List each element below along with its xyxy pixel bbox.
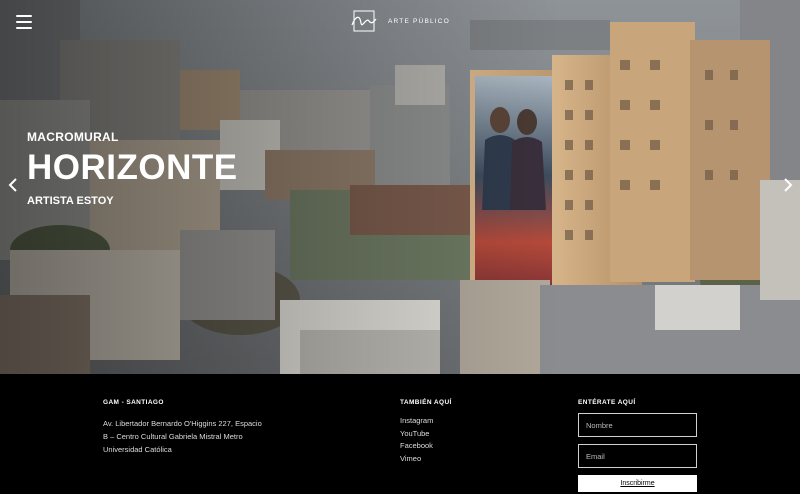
subscribe-button[interactable]: Inscribirme — [578, 475, 697, 492]
footer-address-title: GAM - SANTIAGO — [103, 399, 164, 406]
hero-slider: ARTE PÚBLICO MACROMURAL HORIZONTE ARTIST… — [0, 0, 800, 374]
social-link-vimeo[interactable]: Vimeo — [400, 453, 452, 466]
name-field[interactable] — [578, 413, 697, 437]
chevron-right-icon[interactable] — [782, 177, 794, 193]
logo-text: ARTE PÚBLICO — [388, 17, 450, 25]
logo-mark-icon — [351, 10, 377, 32]
footer-social-column: TAMBIÉN AQUÍ Instagram YouTube Facebook … — [400, 399, 452, 465]
chevron-left-icon[interactable] — [7, 177, 19, 193]
footer-address-column: GAM - SANTIAGO Av. Libertador Bernardo O… — [103, 399, 303, 456]
social-link-youtube[interactable]: YouTube — [400, 428, 452, 441]
social-link-instagram[interactable]: Instagram — [400, 415, 452, 428]
site-footer: GAM - SANTIAGO Av. Libertador Bernardo O… — [0, 374, 800, 494]
hero-artist[interactable]: ARTISTA ESTOY — [27, 195, 238, 207]
address-line: B – Centro Cultural Gabriela Mistral Met… — [103, 432, 243, 441]
hero-caption: MACROMURAL HORIZONTE ARTISTA ESTOY — [27, 130, 238, 207]
hamburger-menu-icon[interactable] — [16, 15, 32, 29]
site-logo[interactable]: ARTE PÚBLICO — [350, 9, 450, 33]
address-line: Av. Libertador Bernardo O'Higgins 227, E… — [103, 419, 262, 428]
address-line: Universidad Católica — [103, 445, 172, 454]
email-field[interactable] — [578, 444, 697, 468]
hero-title: HORIZONTE — [27, 148, 238, 187]
footer-social-title: TAMBIÉN AQUÍ — [400, 399, 452, 406]
hero-kicker: MACROMURAL — [27, 130, 119, 144]
social-links: Instagram YouTube Facebook Vimeo — [400, 415, 452, 465]
newsletter-form: ENTÉRATE AQUÍ Inscribirme — [578, 399, 697, 492]
newsletter-title: ENTÉRATE AQUÍ — [578, 399, 636, 406]
footer-address: Av. Libertador Bernardo O'Higgins 227, E… — [103, 417, 303, 456]
social-link-facebook[interactable]: Facebook — [400, 440, 452, 453]
